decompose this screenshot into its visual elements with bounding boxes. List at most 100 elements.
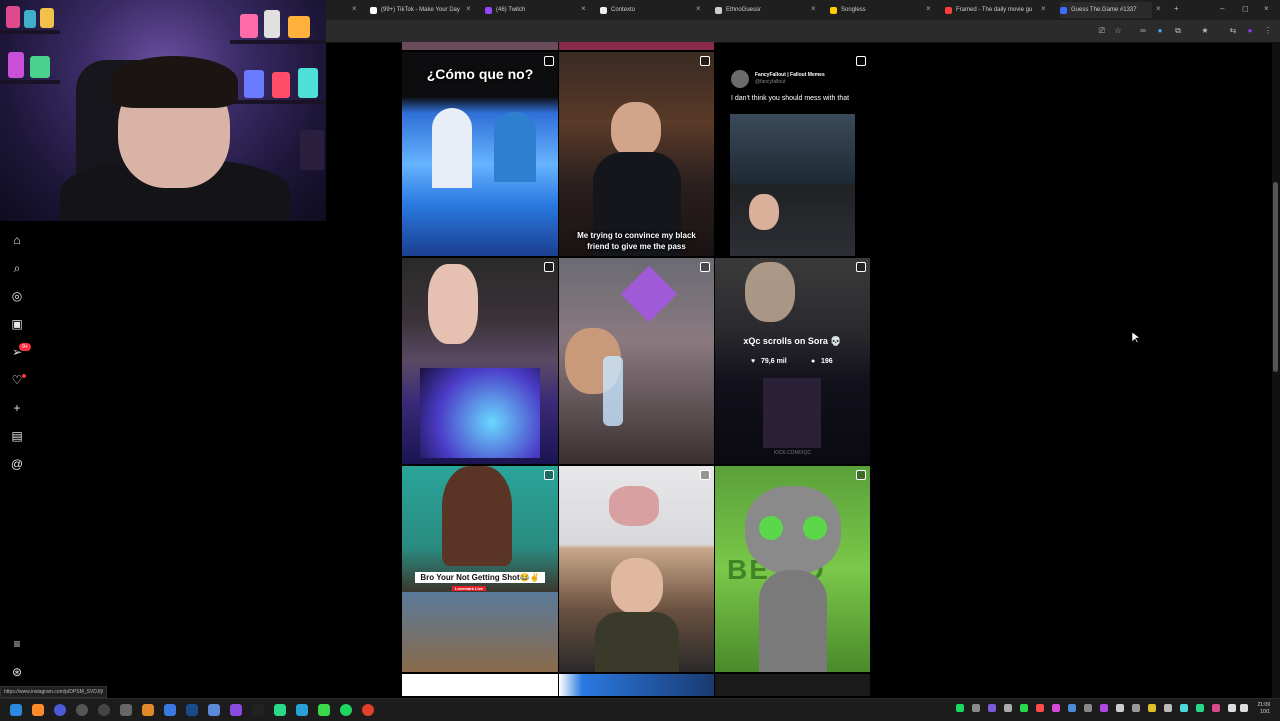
tab-framed[interactable]: Framed - The daily movie gu <box>945 2 1037 18</box>
tray-icon[interactable] <box>1180 704 1188 712</box>
create-icon[interactable]: + <box>10 401 24 415</box>
network-icon[interactable] <box>1228 704 1236 712</box>
post-tile[interactable] <box>715 674 870 696</box>
minimize-button[interactable]: – <box>1220 4 1224 14</box>
tab-label: (46) Twitch <box>496 7 526 13</box>
tray-icon[interactable] <box>1068 704 1076 712</box>
favorites-icon[interactable]: ★ <box>1200 26 1210 36</box>
new-tab-button[interactable]: + <box>1174 4 1179 14</box>
tray-icon[interactable] <box>1196 704 1204 712</box>
post-tile[interactable] <box>402 674 558 696</box>
tray-icon[interactable] <box>988 704 996 712</box>
grid-tile[interactable] <box>559 42 714 50</box>
menu-icon[interactable]: ≡ <box>10 637 24 651</box>
app-icon[interactable] <box>274 704 286 716</box>
grid-tile[interactable] <box>402 42 558 50</box>
browser-menu-icon[interactable]: ⋮ <box>1263 26 1273 36</box>
tab-twitch[interactable]: (46) Twitch <box>485 2 577 18</box>
tab-close-icon[interactable]: × <box>352 4 357 14</box>
tray-icon[interactable] <box>1084 704 1092 712</box>
close-window-button[interactable]: × <box>1264 4 1269 14</box>
chrome-icon[interactable] <box>362 704 374 716</box>
tray-icon[interactable] <box>1148 704 1156 712</box>
app-icon[interactable] <box>296 704 308 716</box>
tab-close-icon[interactable]: × <box>581 4 586 14</box>
songless-icon <box>830 6 837 14</box>
post-tile[interactable] <box>559 466 714 672</box>
scroll-thumb[interactable] <box>1273 182 1278 372</box>
app-icon[interactable] <box>142 704 154 716</box>
tray-icon[interactable] <box>1004 704 1012 712</box>
tray-icon[interactable] <box>956 704 964 712</box>
facecam-clip <box>730 184 855 256</box>
post-tile[interactable] <box>402 258 558 464</box>
meta-icon[interactable]: ⊛ <box>10 665 24 679</box>
app-icon[interactable] <box>318 704 330 716</box>
diamond-graphic <box>620 265 678 323</box>
tray-icon[interactable] <box>1052 704 1060 712</box>
extension-blue-icon[interactable]: ● <box>1155 26 1165 36</box>
app-icon[interactable] <box>120 704 132 716</box>
threads-icon[interactable]: @ <box>10 457 24 471</box>
app-icon[interactable] <box>98 704 110 716</box>
page-scrollbar[interactable] <box>1272 42 1280 698</box>
tray-icon[interactable] <box>1100 704 1108 712</box>
search-icon[interactable]: ⌕ <box>10 261 24 275</box>
search-icon[interactable] <box>32 704 44 716</box>
tab-close-icon[interactable]: × <box>926 4 931 14</box>
taskbar-clock[interactable]: 21:09 10/1 <box>1257 702 1270 716</box>
person-figure <box>494 112 536 182</box>
app-icon[interactable] <box>208 704 220 716</box>
maximize-button[interactable]: ◻ <box>1242 4 1249 14</box>
app-icon[interactable] <box>164 704 176 716</box>
tab-close-icon[interactable]: × <box>1156 4 1161 14</box>
tray-icon[interactable] <box>1116 704 1124 712</box>
extension-icon[interactable]: ∞ <box>1138 26 1148 36</box>
streamer-hair <box>110 56 238 108</box>
tray-icon[interactable] <box>1020 704 1028 712</box>
post-tile[interactable]: BE BO <box>715 466 870 672</box>
tray-icon[interactable] <box>1164 704 1172 712</box>
tab-guess-the-game[interactable]: Guess The.Game #1337 <box>1060 2 1152 18</box>
start-icon[interactable] <box>10 704 22 716</box>
post-tile[interactable] <box>559 674 714 696</box>
tab-close-icon[interactable]: × <box>1041 4 1046 14</box>
extensions-puzzle-icon[interactable]: ⧉ <box>1173 26 1183 36</box>
figure-toy <box>288 16 310 38</box>
post-tile[interactable] <box>559 258 714 464</box>
post-tile[interactable]: Me trying to convince my black friend to… <box>559 52 714 256</box>
bookmark-star-icon[interactable]: ☆ <box>1113 26 1123 36</box>
tray-icon[interactable] <box>1132 704 1140 712</box>
tab-close-icon[interactable]: × <box>696 4 701 14</box>
tab-close-icon[interactable]: × <box>466 4 471 14</box>
tray-icon[interactable] <box>1212 704 1220 712</box>
tiktok-icon[interactable] <box>252 704 264 716</box>
app-icon[interactable] <box>76 704 88 716</box>
post-tile[interactable]: ¿Cómo que no? <box>402 52 558 256</box>
app-icon[interactable] <box>54 704 66 716</box>
reels-icon[interactable]: ▣ <box>10 317 24 331</box>
post-tile[interactable]: FancyFallout | Fallout Memes @fancyfallo… <box>715 52 870 256</box>
profile-avatar-icon[interactable]: ● <box>1245 26 1255 36</box>
tray-icon[interactable] <box>972 704 980 712</box>
home-icon[interactable]: ⌂ <box>10 233 24 247</box>
volume-icon[interactable] <box>1240 704 1248 712</box>
post-tile[interactable]: xQc scrolls on Sora 💀 ♥ 79,6 mil ● 196 K… <box>715 258 870 464</box>
spotify-icon[interactable] <box>340 704 352 716</box>
tab-contexto[interactable]: Contexto <box>600 2 692 18</box>
install-app-icon[interactable]: ⎚ <box>1097 26 1107 36</box>
cat-body <box>759 570 827 672</box>
tab-close-icon[interactable]: × <box>811 4 816 14</box>
steam-icon[interactable] <box>186 704 198 716</box>
tab-label: Songless <box>841 7 866 13</box>
tab-tiktok[interactable]: (99+) TikTok - Make Your Day <box>370 2 462 18</box>
dashboard-icon[interactable]: ▤ <box>10 429 24 443</box>
tray-icon[interactable] <box>1036 704 1044 712</box>
tab-songless[interactable]: Songless <box>830 2 922 18</box>
app-icon[interactable] <box>230 704 242 716</box>
tab-ethnoguessr[interactable]: EthnoGuessr <box>715 2 807 18</box>
explore-icon[interactable]: ◎ <box>10 289 24 303</box>
shelf <box>0 30 60 34</box>
post-tile[interactable]: Bro Your Not Getting Shot😂✌ Lovemark Liv… <box>402 466 558 672</box>
profile-switch-icon[interactable]: ⇆ <box>1228 26 1238 36</box>
